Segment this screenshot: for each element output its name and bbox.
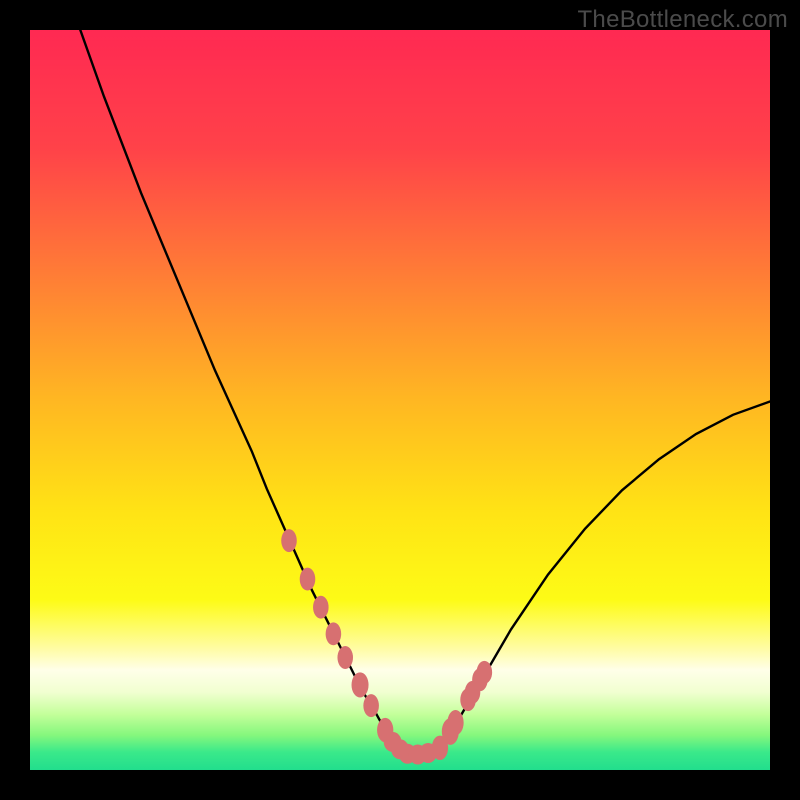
bottleneck-chart	[30, 30, 770, 770]
data-point	[337, 646, 353, 669]
data-point	[363, 694, 379, 717]
plot-area	[30, 30, 770, 770]
data-point	[313, 596, 329, 619]
gradient-background	[30, 30, 770, 770]
data-point	[352, 672, 369, 697]
data-point	[326, 622, 342, 645]
data-point	[300, 568, 316, 591]
data-point	[281, 529, 297, 552]
data-point	[447, 710, 463, 735]
data-point	[477, 661, 493, 684]
chart-frame: TheBottleneck.com	[0, 0, 800, 800]
